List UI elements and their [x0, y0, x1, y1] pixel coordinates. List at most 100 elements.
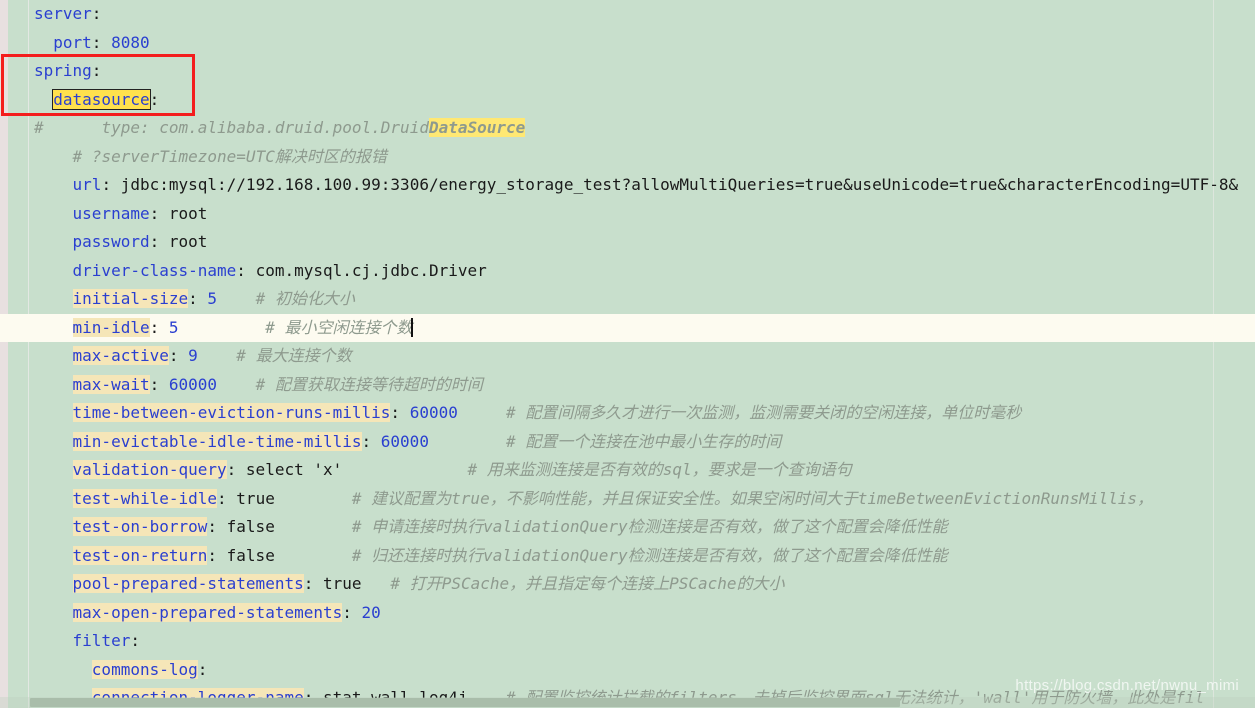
- yaml-separator: :: [390, 403, 410, 422]
- yaml-separator: :: [91, 32, 112, 52]
- yaml-key[interactable]: driver-class-name: [73, 261, 237, 280]
- code-line-content: driver-class-name: com.mysql.cj.jdbc.Dri…: [34, 257, 487, 286]
- code-comment: 申请连接时执行validationQuery检测连接是否有效，做了这个配置会降低…: [361, 517, 948, 536]
- yaml-separator: :: [149, 89, 160, 109]
- yaml-key[interactable]: filter: [73, 631, 131, 650]
- yaml-key[interactable]: max-active: [72, 346, 169, 365]
- code-line-content: validation-query: select 'x' # 用来监测连接是否有…: [34, 456, 852, 485]
- yaml-value: false: [226, 517, 275, 536]
- comment-hash: #: [351, 517, 362, 536]
- code-line-content: pool-prepared-statements: true # 打开PSCac…: [34, 570, 785, 599]
- yaml-key[interactable]: test-on-borrow: [72, 517, 208, 536]
- code-line[interactable]: username: root: [0, 200, 1255, 229]
- code-line[interactable]: max-open-prepared-statements: 20: [0, 599, 1255, 628]
- yaml-key[interactable]: port: [53, 33, 92, 52]
- comment-hash: #: [72, 146, 83, 166]
- code-line-content: initial-size: 5 # 初始化大小: [34, 285, 355, 314]
- yaml-key[interactable]: validation-query: [72, 460, 227, 479]
- code-comment: 配置获取连接等待超时的时间: [265, 374, 483, 394]
- yaml-value: true: [322, 574, 362, 593]
- code-line-content: test-on-borrow: false # 申请连接时执行validatio…: [34, 513, 948, 542]
- code-line[interactable]: test-on-borrow: false # 申请连接时执行validatio…: [0, 513, 1255, 542]
- comment-hash: #: [506, 431, 516, 451]
- code-line[interactable]: filter:: [0, 627, 1255, 656]
- yaml-separator: :: [91, 4, 102, 23]
- code-comment: type: com.alibaba.druid.pool.Druid: [43, 118, 429, 137]
- code-line[interactable]: port: 8080: [0, 29, 1255, 58]
- yaml-key[interactable]: password: [73, 232, 150, 251]
- code-line[interactable]: min-idle: 5 # 最小空闲连接个数: [0, 313, 1255, 343]
- code-comment: 配置间隔多久才进行一次监测，监测需要关闭的空闲连接，单位时毫秒: [515, 403, 1022, 422]
- yaml-key[interactable]: test-while-idle: [72, 488, 218, 508]
- code-line-content: url: jdbc:mysql://192.168.100.99:3306/en…: [34, 171, 1239, 200]
- comment-hash: #: [390, 574, 401, 593]
- code-line[interactable]: max-wait: 60000 # 配置获取连接等待超时的时间: [0, 371, 1255, 400]
- yaml-separator: :: [149, 317, 169, 337]
- yaml-value: 5: [168, 317, 179, 337]
- yaml-value: 9: [188, 346, 198, 365]
- code-line[interactable]: initial-size: 5 # 初始化大小: [0, 285, 1255, 314]
- yaml-key[interactable]: max-wait: [72, 374, 150, 394]
- code-comment: 建议配置为true，不影响性能，并且保证安全性。如果空闲时间大于timeBetw…: [361, 488, 1154, 508]
- code-line[interactable]: url: jdbc:mysql://192.168.100.99:3306/en…: [0, 171, 1255, 200]
- yaml-key[interactable]: time-between-eviction-runs-millis: [72, 403, 391, 422]
- code-line[interactable]: commons-log:: [0, 656, 1255, 685]
- code-line-content: filter:: [34, 627, 140, 656]
- yaml-value: root: [168, 232, 208, 251]
- code-comment: 最大连接个数: [245, 346, 352, 365]
- code-line[interactable]: spring:: [0, 57, 1255, 86]
- yaml-key[interactable]: test-on-return: [72, 545, 208, 565]
- yaml-key[interactable]: server: [34, 4, 92, 23]
- code-editor[interactable]: server: port: 8080 spring: datasource: # t…: [0, 0, 1255, 708]
- yaml-separator: :: [236, 260, 256, 280]
- yaml-separator: :: [101, 175, 121, 194]
- code-line[interactable]: # ?serverTimezone=UTC解决时区的报错: [0, 143, 1255, 172]
- code-line-content: # type: com.alibaba.druid.pool.DruidData…: [34, 114, 526, 143]
- code-line-content: commons-log:: [34, 656, 207, 685]
- yaml-value: jdbc:mysql://192.168.100.99:3306/energy_…: [120, 175, 1239, 194]
- code-line[interactable]: max-active: 9 # 最大连接个数: [0, 342, 1255, 371]
- yaml-key[interactable]: pool-prepared-statements: [72, 574, 304, 593]
- code-line[interactable]: validation-query: select 'x' # 用来监测连接是否有…: [0, 456, 1255, 485]
- code-line-content: password: root: [34, 228, 208, 257]
- yaml-key[interactable]: min-idle: [72, 317, 150, 337]
- comment-hash: #: [236, 346, 246, 365]
- yaml-key[interactable]: datasource: [52, 88, 151, 110]
- code-line[interactable]: server:: [0, 0, 1255, 29]
- code-comment: ?serverTimezone=UTC解决时区的报错: [82, 146, 387, 166]
- yaml-value: 5: [207, 289, 218, 308]
- code-line[interactable]: driver-class-name: com.mysql.cj.jdbc.Dri…: [0, 257, 1255, 286]
- code-comment: 归还连接时执行validationQuery检测连接是否有效，做了这个配置会降低…: [361, 545, 948, 565]
- comment-hash: #: [506, 403, 516, 422]
- code-line[interactable]: # type: com.alibaba.druid.pool.DruidData…: [0, 114, 1255, 143]
- code-lines-container[interactable]: server: port: 8080 spring: datasource: # t…: [0, 0, 1255, 708]
- code-line[interactable]: test-on-return: false # 归还连接时执行validatio…: [0, 542, 1255, 571]
- yaml-key[interactable]: username: [73, 204, 150, 223]
- yaml-separator: :: [342, 602, 362, 622]
- code-line-content: max-wait: 60000 # 配置获取连接等待超时的时间: [34, 371, 483, 400]
- yaml-separator: :: [303, 574, 323, 593]
- yaml-value: 60000: [380, 431, 429, 451]
- code-line-content: test-on-return: false # 归还连接时执行validatio…: [34, 542, 948, 571]
- horizontal-scrollbar[interactable]: [0, 697, 1255, 708]
- yaml-key[interactable]: max-open-prepared-statements: [72, 602, 343, 622]
- code-line[interactable]: min-evictable-idle-time-millis: 60000 # …: [0, 428, 1255, 457]
- yaml-separator: :: [207, 517, 227, 536]
- yaml-key[interactable]: min-evictable-idle-time-millis: [72, 431, 362, 451]
- code-line[interactable]: pool-prepared-statements: true # 打开PSCac…: [0, 570, 1255, 599]
- code-line[interactable]: datasource:: [0, 86, 1255, 115]
- yaml-key[interactable]: url: [73, 175, 102, 194]
- horizontal-scrollbar-thumb[interactable]: [30, 698, 900, 707]
- yaml-key[interactable]: initial-size: [72, 289, 189, 308]
- code-line-content: server:: [34, 0, 101, 29]
- code-line-content: min-idle: 5 # 最小空闲连接个数: [34, 314, 414, 343]
- code-line[interactable]: time-between-eviction-runs-millis: 60000…: [0, 399, 1255, 428]
- yaml-separator: :: [217, 488, 237, 508]
- yaml-key[interactable]: commons-log: [91, 659, 198, 679]
- yaml-value: com.mysql.cj.jdbc.Driver: [255, 260, 487, 280]
- yaml-key[interactable]: spring: [34, 61, 92, 80]
- yaml-separator: :: [149, 232, 169, 251]
- code-line[interactable]: test-while-idle: true # 建议配置为true，不影响性能，…: [0, 485, 1255, 514]
- code-line[interactable]: password: root: [0, 228, 1255, 257]
- yaml-value: 8080: [111, 32, 150, 52]
